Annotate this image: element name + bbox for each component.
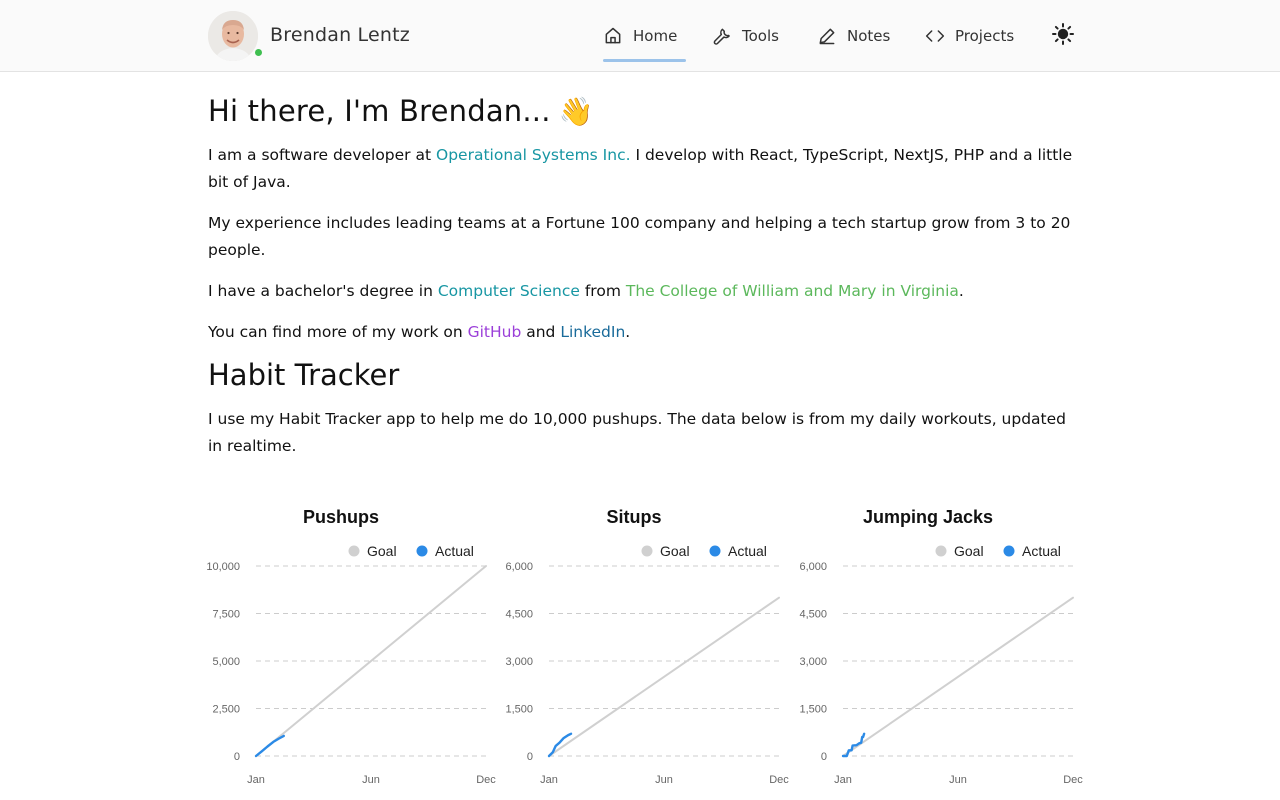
y-tick-label: 3,000 <box>505 656 533 668</box>
x-tick-label: Jan <box>247 774 265 786</box>
series-line-actual <box>254 734 286 758</box>
intro-p3-text-after: . <box>958 282 964 300</box>
intro-paragraph-experience: My experience includes leading teams at … <box>208 214 1071 259</box>
college-link[interactable]: The College of William and Mary in Virgi… <box>626 282 959 300</box>
series-line-goal <box>255 565 487 757</box>
situps-chart: Situps Goal Actual 0 1,500 3,000 4,500 6,000 Jan… <box>489 500 789 800</box>
legend-label-actual: Actual <box>728 543 767 559</box>
legend-marker-goal <box>348 545 360 557</box>
top-navigation-bar: Brendan Lentz Home Tools Notes Projects <box>0 0 1280 72</box>
y-tick-label: 5,000 <box>212 656 240 668</box>
y-tick-label: 1,500 <box>799 704 827 716</box>
sun-icon[interactable] <box>1051 22 1075 46</box>
intro-heading: Hi there, I'm Brendan... 👋 <box>208 94 594 128</box>
y-tick-label: 3,000 <box>799 656 827 668</box>
x-tick-label: Dec <box>1063 774 1083 786</box>
y-tick-label: 4,500 <box>505 609 533 621</box>
y-tick-label: 2,500 <box>212 704 240 716</box>
y-tick-label: 6,000 <box>799 561 827 573</box>
intro-paragraph-job: I am a software developer at Operational… <box>208 142 1080 196</box>
nav-projects-label: Projects <box>955 27 1015 45</box>
intro-paragraph-education: I have a bachelor's degree in Computer S… <box>208 278 1080 305</box>
pencil-icon <box>819 28 835 45</box>
y-tick-label: 7,500 <box>212 609 240 621</box>
series-line-actual <box>547 732 573 758</box>
chart-svg: Jumping Jacks Goal Actual 0 1,500 3,000 4,500 6… <box>799 507 1083 786</box>
chart-title: Situps <box>606 507 661 527</box>
chart-svg: Situps Goal Actual 0 1,500 3,000 4,500 6,000 Jan… <box>505 507 789 786</box>
waving-hand-emoji: 👋 <box>558 95 594 128</box>
nav-notes[interactable]: Notes <box>817 0 890 72</box>
intro-paragraph-links: You can find more of my work on GitHub a… <box>208 319 1080 346</box>
nav-home[interactable]: Home <box>603 0 686 72</box>
site-name[interactable]: Brendan Lentz <box>270 24 410 46</box>
online-status-indicator <box>253 47 264 58</box>
y-tick-label: 6,000 <box>505 561 533 573</box>
x-tick-label: Jun <box>949 774 967 786</box>
nav-projects[interactable]: Projects <box>925 0 1014 72</box>
legend-label-goal: Goal <box>660 543 690 559</box>
x-tick-label: Jan <box>834 774 852 786</box>
legend-marker-actual <box>1003 545 1015 557</box>
chart-svg: Pushups Goal Actual 0 2,500 5,000 7,500 10,000 J… <box>206 507 496 786</box>
habit-tracker-heading: Habit Tracker <box>208 358 400 392</box>
y-tick-label: 0 <box>821 751 827 763</box>
github-link[interactable]: GitHub <box>468 323 522 341</box>
legend-marker-goal <box>935 545 947 557</box>
y-tick-label: 4,500 <box>799 609 827 621</box>
x-tick-label: Jun <box>655 774 673 786</box>
intro-p1-text: I am a software developer at <box>208 146 436 164</box>
avatar[interactable] <box>208 11 258 61</box>
legend-marker-actual <box>709 545 721 557</box>
intro-p4-text: You can find more of my work on <box>208 323 468 341</box>
series-line-goal <box>548 596 780 757</box>
series-line-goal <box>842 596 1074 757</box>
y-tick-label: 1,500 <box>505 704 533 716</box>
pushups-chart: Pushups Goal Actual 0 2,500 5,000 7,500 10,000 J… <box>196 500 496 800</box>
habit-tracker-description: I use my Habit Tracker app to help me do… <box>208 410 1066 455</box>
legend-label-actual: Actual <box>1022 543 1061 559</box>
legend-label-goal: Goal <box>954 543 984 559</box>
y-tick-label: 10,000 <box>206 561 240 573</box>
nav-notes-label: Notes <box>847 27 891 45</box>
chart-title: Jumping Jacks <box>863 507 993 527</box>
intro-p4-text-middle: and <box>521 323 561 341</box>
wrench-icon <box>713 28 730 45</box>
linkedin-link[interactable]: LinkedIn <box>560 323 625 341</box>
x-tick-label: Jun <box>362 774 380 786</box>
intro-heading-text: Hi there, I'm Brendan... <box>208 94 551 128</box>
jumping-jacks-chart: Jumping Jacks Goal Actual 0 1,500 3,000 4,500 6… <box>783 500 1083 800</box>
employer-link[interactable]: Operational Systems Inc. <box>436 146 631 164</box>
nav-home-label: Home <box>633 27 678 45</box>
computer-science-link[interactable]: Computer Science <box>438 282 580 300</box>
code-icon <box>925 30 945 42</box>
y-tick-label: 0 <box>234 751 240 763</box>
intro-p3-text: I have a bachelor's degree in <box>208 282 438 300</box>
nav-tools-label: Tools <box>742 27 779 45</box>
intro-p3-text-middle: from <box>579 282 626 300</box>
y-tick-label: 0 <box>527 751 533 763</box>
legend-marker-goal <box>641 545 653 557</box>
legend-label-goal: Goal <box>367 543 397 559</box>
home-icon <box>605 27 621 44</box>
legend-marker-actual <box>416 545 428 557</box>
intro-p4-text-after: . <box>625 323 631 341</box>
x-tick-label: Jan <box>540 774 558 786</box>
chart-title: Pushups <box>303 507 379 527</box>
nav-tools[interactable]: Tools <box>712 0 779 72</box>
legend-label-actual: Actual <box>435 543 474 559</box>
avatar-photo <box>208 11 258 61</box>
